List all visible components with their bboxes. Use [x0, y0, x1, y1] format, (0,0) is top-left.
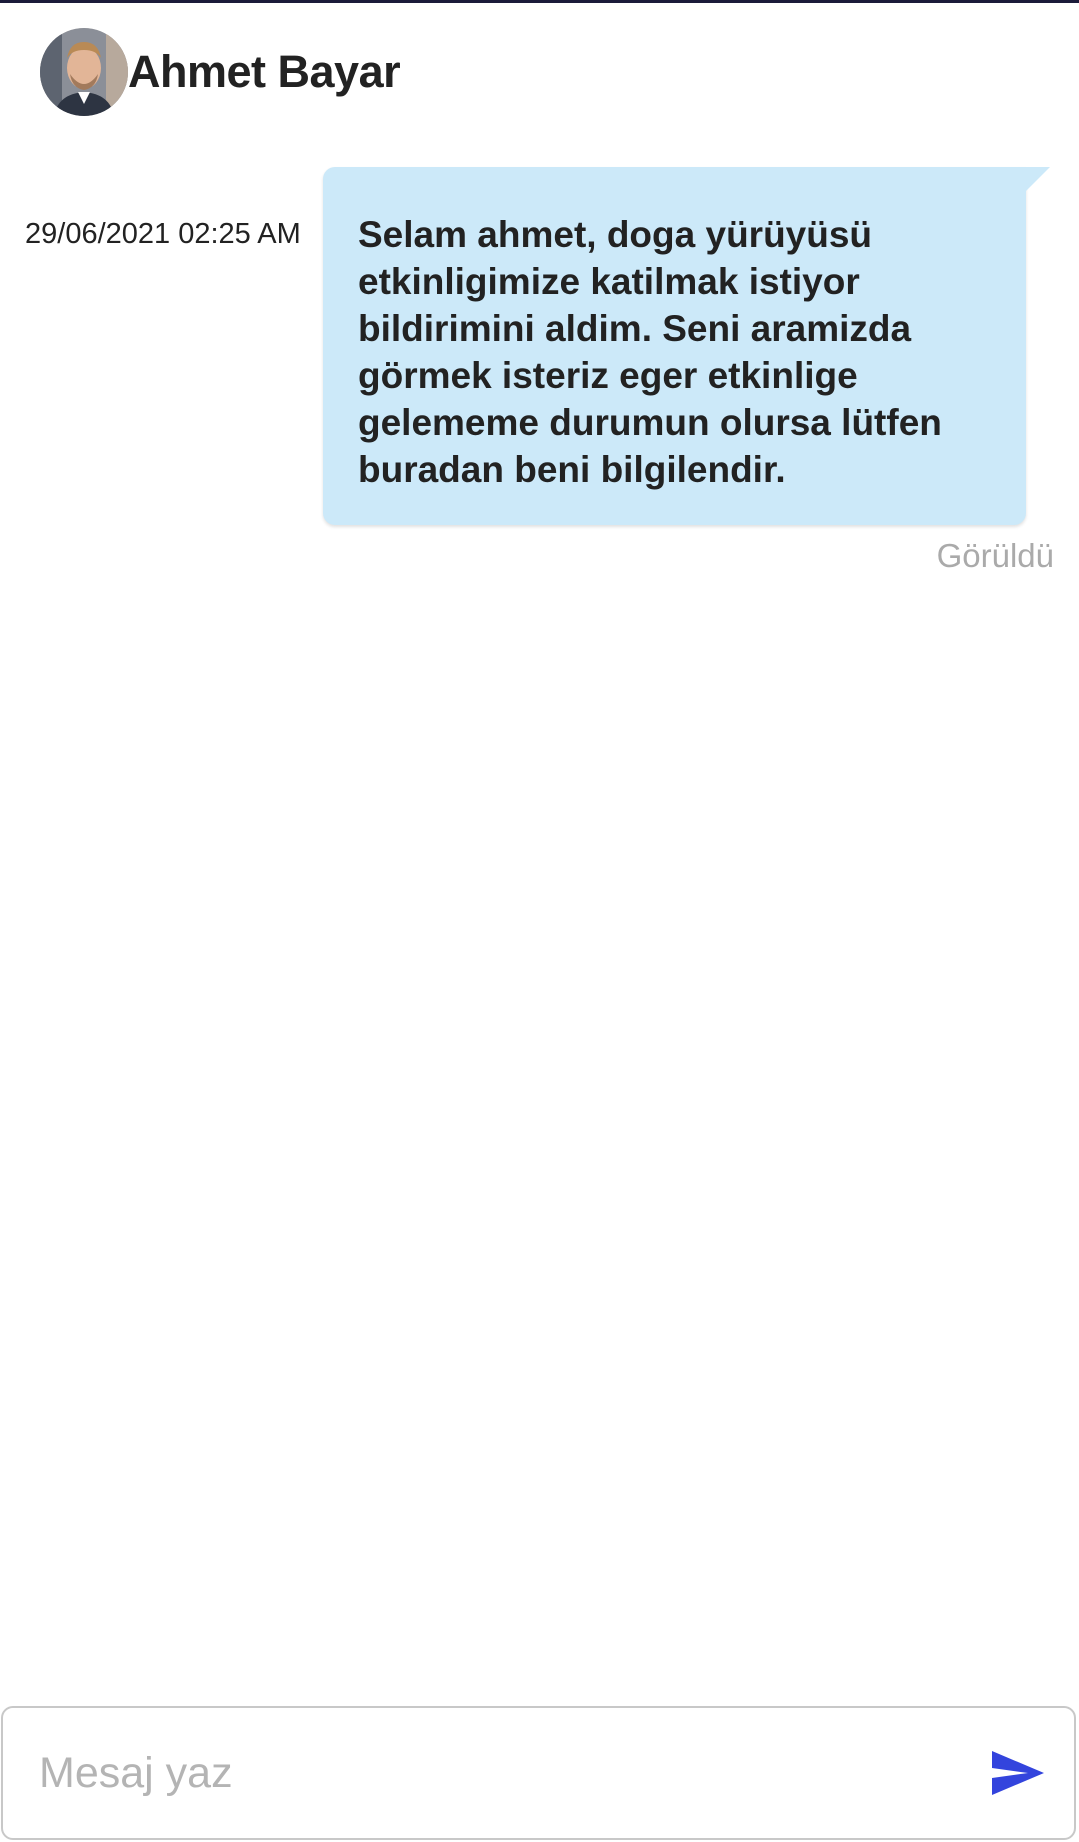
top-status-line	[0, 0, 1079, 3]
avatar[interactable]	[40, 28, 128, 116]
avatar-photo-icon	[40, 28, 128, 116]
message-bubble-tail	[1020, 167, 1050, 197]
message-text: Selam ahmet, doga yürüyüsü etkinligimize…	[358, 214, 942, 490]
send-button[interactable]	[968, 1708, 1068, 1838]
chat-header: Ahmet Bayar	[40, 28, 401, 116]
message-bubble[interactable]: Selam ahmet, doga yürüyüsü etkinligimize…	[323, 167, 1026, 525]
seen-status: Görüldü	[936, 537, 1054, 574]
message-input[interactable]	[3, 1707, 968, 1839]
contact-name: Ahmet Bayar	[128, 46, 401, 97]
send-icon	[992, 1751, 1044, 1795]
message-composer	[1, 1706, 1076, 1840]
message-timestamp: 29/06/2021 02:25 AM	[25, 218, 301, 250]
